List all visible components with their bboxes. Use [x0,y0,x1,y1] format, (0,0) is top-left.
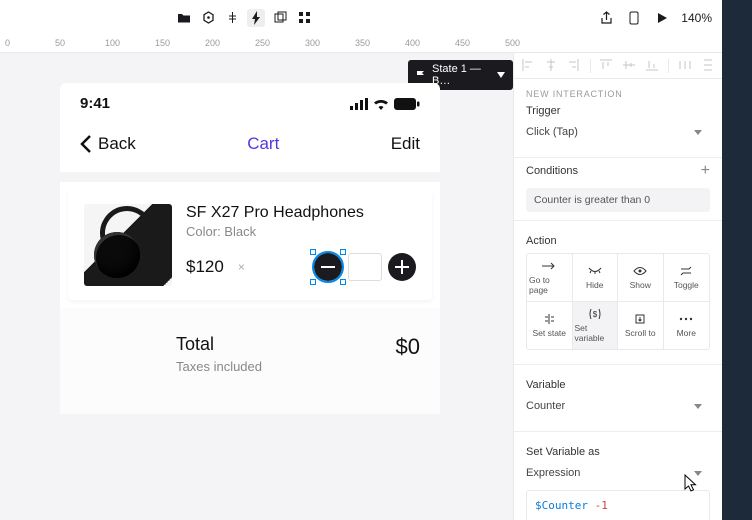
folder-icon[interactable] [175,9,193,27]
distribute-h-icon[interactable] [679,59,692,73]
action-go-to-page[interactable]: Go to page [527,254,573,302]
variable-icon: $ [588,308,602,320]
set-variable-as-label: Set Variable as [526,446,710,458]
device-status-bar: 9:41 [60,83,440,116]
apps-icon[interactable] [295,9,313,27]
chevron-down-icon [694,471,702,476]
scroll-icon [633,313,647,325]
conditions-header: Conditions + [514,162,722,180]
toolbar-right: 140% [597,9,712,27]
nav-bar: Back Cart Edit [60,116,440,172]
eye-closed-icon [588,265,602,277]
device-time: 9:41 [80,95,110,112]
svg-text:$: $ [593,310,598,319]
status-icons [350,98,420,110]
more-icon [679,313,693,325]
inspector-panel: New Interaction Trigger Click (Tap) Cond… [513,53,722,520]
edit-button[interactable]: Edit [391,134,420,154]
panel-align-tools [514,53,722,79]
back-button[interactable]: Back [80,134,136,154]
state-icon [542,313,556,325]
align-center-icon[interactable] [223,9,241,27]
cart-item[interactable]: SF X27 Pro Headphones Color: Black $120 … [68,190,432,300]
page-title: Cart [247,134,279,154]
action-grid: Go to page Hide Show Toggle [526,253,710,350]
quantity-stepper [314,253,416,281]
arrow-right-icon [542,260,556,272]
play-icon[interactable] [653,9,671,27]
action-toggle[interactable]: Toggle [664,254,710,302]
product-price: $120 [186,257,224,277]
align-right-icon[interactable] [567,59,580,73]
quantity-input[interactable] [348,253,382,281]
top-toolbar: 140% [0,0,722,35]
action-scroll-to[interactable]: Scroll to [618,302,664,349]
battery-icon [394,98,420,110]
toolbar-left [175,9,313,27]
align-hcenter-icon[interactable] [545,59,558,73]
expression-variable-token: $Counter [535,499,588,512]
expression-rest: -1 [588,499,608,512]
conditions-label: Conditions [526,165,578,177]
toggle-icon [679,265,693,277]
total-sublabel: Taxes included [176,359,262,374]
trigger-label: Trigger [526,105,710,117]
stepper-minus-button[interactable] [314,253,342,281]
design-canvas[interactable]: State 1 — B… 9:41 [0,53,513,520]
total-label: Total [176,334,262,355]
action-set-variable[interactable]: $ Set variable [573,302,619,349]
chevron-left-icon [80,135,92,153]
phone-artboard[interactable]: 9:41 [60,83,440,414]
set-variable-as-value: Expression [526,467,580,479]
horizontal-ruler: 050100 150200250 300350400 450500 [0,35,722,53]
condition-chip[interactable]: Counter is greater than 0 [526,188,710,212]
action-more[interactable]: More [664,302,710,349]
eye-icon [633,265,647,277]
product-name: SF X27 Pro Headphones [186,204,416,222]
trigger-select[interactable]: Click (Tap) [526,121,710,143]
panel-section-title: New Interaction [526,89,710,99]
flag-icon [416,70,426,80]
variable-label: Variable [526,379,710,391]
expression-input[interactable]: $Counter -1 [526,490,710,520]
action-set-state[interactable]: Set state [527,302,573,349]
chevron-down-icon [694,130,702,135]
align-top-icon[interactable] [600,59,613,73]
product-image [84,204,172,286]
set-variable-as-select[interactable]: Expression [526,462,710,484]
hexagon-icon[interactable] [199,9,217,27]
product-color: Color: Black [186,224,416,239]
signal-icon [350,98,368,110]
zoom-level[interactable]: 140% [681,11,712,25]
action-hide[interactable]: Hide [573,254,619,302]
share-icon[interactable] [597,9,615,27]
back-label: Back [98,134,136,154]
align-left-icon[interactable] [522,59,535,73]
total-amount: $0 [396,334,420,360]
stepper-plus-button[interactable] [388,253,416,281]
chevron-down-icon [694,404,702,409]
trigger-value: Click (Tap) [526,126,578,138]
action-label: Action [526,235,710,247]
variable-value: Counter [526,400,565,412]
distribute-v-icon[interactable] [702,59,715,73]
copy-icon[interactable] [271,9,289,27]
align-vcenter-icon[interactable] [623,59,636,73]
chevron-down-icon [497,72,505,78]
section-gap [60,172,440,182]
add-condition-button[interactable]: + [701,162,710,180]
cart-totals: Total Taxes included $0 [60,308,440,414]
align-bottom-icon[interactable] [646,59,659,73]
wifi-icon [373,98,389,110]
multiply-icon: × [238,260,245,274]
lightning-icon[interactable] [247,9,265,27]
variable-select[interactable]: Counter [526,395,710,417]
device-icon[interactable] [625,9,643,27]
state-label: State 1 — B… [432,63,491,87]
action-show[interactable]: Show [618,254,664,302]
